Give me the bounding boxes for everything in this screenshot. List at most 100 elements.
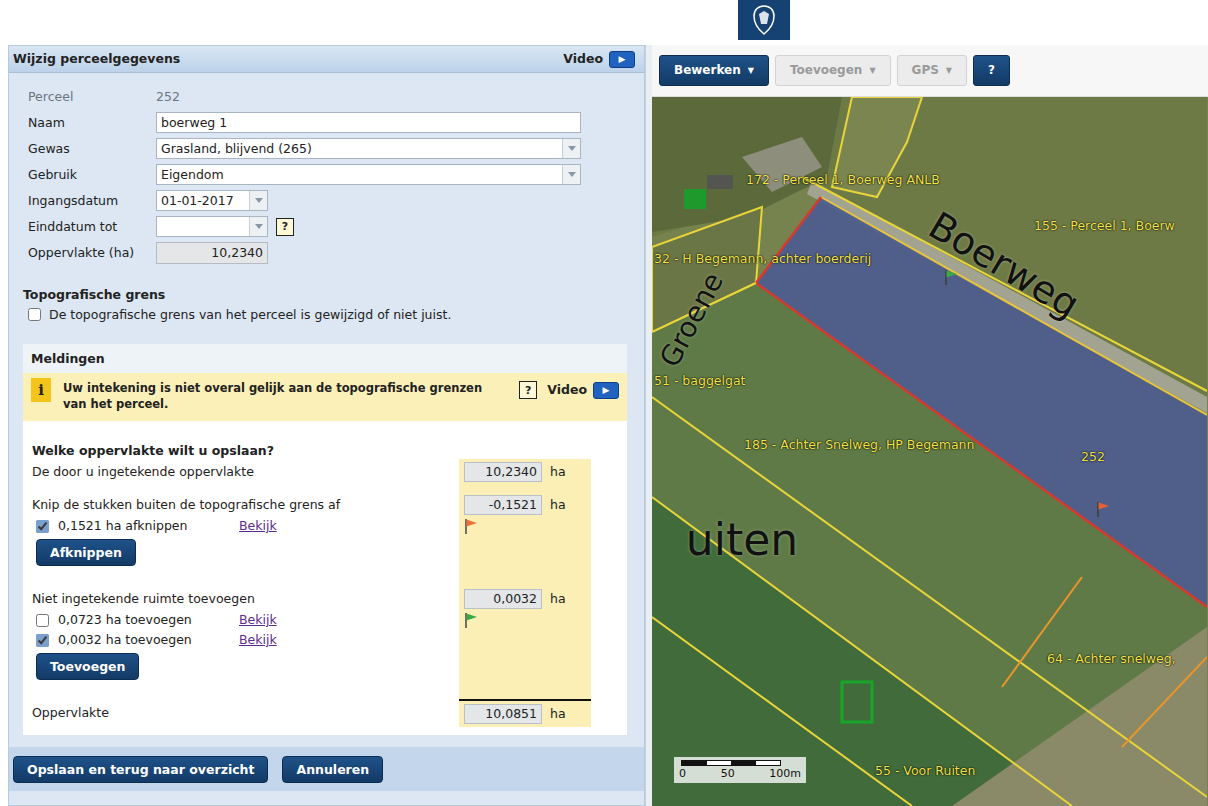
field-label: Perceel [28, 89, 156, 105]
notifications-box: MeldingeniUw intekening is niet overal g… [23, 344, 627, 736]
field-value: 252 [156, 89, 180, 105]
parcel-label[interactable]: 252 [1081, 449, 1105, 464]
dropdown-arrow-icon[interactable] [249, 191, 267, 210]
text-input[interactable] [156, 112, 581, 133]
top-bar [0, 0, 1208, 45]
area-row: Afknippen [32, 536, 627, 568]
play-button[interactable]: ▶ [609, 51, 635, 68]
toolbar-button: GPS▼ [897, 55, 967, 86]
area-row: Niet ingetekende ruimte toevoegen0,0032h… [32, 588, 627, 610]
area-row: Oppervlakte10,0851ha [32, 699, 627, 727]
view-link[interactable]: Bekijk [239, 518, 277, 534]
scale-tick: 0 [679, 767, 686, 781]
play-button[interactable]: ▶ [593, 382, 619, 399]
option-checkbox[interactable] [36, 614, 49, 627]
area-label-cell: Toevoegen [32, 650, 459, 682]
green-flag-icon [464, 612, 478, 629]
splitter[interactable] [645, 45, 652, 806]
parcel-label[interactable]: 155 - Perceel 1, Boerw [1034, 218, 1175, 233]
date-input[interactable] [157, 217, 249, 236]
notification-message: Uw intekening is niet overal gelijk aan … [63, 378, 507, 412]
area-label-cell: 0,0032 ha toevoegenBekijk [32, 630, 459, 650]
form-field: Einddatum tot? [28, 214, 627, 239]
area-value-cell: 10,2340ha [459, 459, 591, 484]
area-value-cell [459, 650, 591, 682]
info-icon: i [31, 378, 51, 402]
option-checkbox[interactable] [36, 634, 49, 647]
date-field[interactable] [156, 190, 268, 211]
area-row: 0,0723 ha toevoegenBekijk [32, 610, 627, 630]
area-value-cell [459, 630, 591, 650]
video-link[interactable]: Video▶ [547, 382, 619, 399]
cancel-button[interactable]: Annuleren [282, 756, 383, 783]
scale-segment [682, 761, 707, 765]
unit-label: ha [550, 497, 566, 513]
area-label-cell [32, 484, 459, 494]
parcel-label[interactable]: 32 - H Begemann, achter boerderij [654, 251, 871, 266]
area-row [32, 484, 627, 494]
parcel-label[interactable]: 55 - Voor Ruiten [875, 763, 975, 778]
view-link[interactable]: Bekijk [239, 632, 277, 648]
video-link[interactable]: Video ▶ [563, 51, 635, 68]
unit-label: ha [550, 706, 566, 722]
scale-bar: 050100m [674, 757, 806, 783]
area-value: 10,0851 [464, 704, 542, 724]
area-row [32, 568, 627, 588]
save-button[interactable]: Opslaan en terug naar overzicht [13, 756, 268, 783]
panel-header: Wijzig perceelgegevens Video ▶ [9, 46, 644, 73]
toolbar-button[interactable]: ? [973, 55, 1010, 86]
map-flag[interactable] [1096, 501, 1110, 522]
map-canvas[interactable]: 172 - Perceel 1, Boerweg ANLB 155 - Perce… [652, 97, 1208, 806]
area-section: Welke oppervlakte wilt u opslaan?De door… [23, 421, 627, 735]
area-value-cell [459, 536, 591, 568]
select-field[interactable]: Grasland, blijvend (265) [156, 138, 581, 159]
parcel-label[interactable]: 172 - Perceel 1, Boerweg ANLB [746, 172, 940, 187]
help-button[interactable]: ? [276, 218, 294, 236]
topo-checkbox[interactable] [28, 308, 41, 321]
map-toolbar: Bewerken▼Toevoegen▼GPS▼? [652, 45, 1208, 97]
toolbar-label: Toevoegen [790, 63, 862, 78]
video-label: Video [563, 51, 603, 67]
area-row: Knip de stukken buiten de topografische … [32, 494, 627, 516]
date-input[interactable] [157, 191, 249, 210]
form-field: GebruikEigendom [28, 162, 627, 187]
dropdown-arrow-icon[interactable] [562, 139, 580, 158]
form-field: GewasGrasland, blijvend (265) [28, 136, 627, 161]
field-label: Ingangsdatum [28, 193, 156, 209]
view-link[interactable]: Bekijk [239, 612, 277, 628]
panel-footer: Opslaan en terug naar overzicht Annuleren [9, 747, 644, 791]
area-question: Welke oppervlakte wilt u opslaan? [32, 421, 627, 459]
parcel-label[interactable]: 64 - Achter snelweg, [1047, 651, 1176, 666]
toolbar-label: GPS [912, 63, 939, 78]
add-button[interactable]: Toevoegen [36, 653, 139, 680]
map-flag[interactable] [944, 269, 958, 290]
parcel-label[interactable]: 185 - Achter Snelweg, HP Begemann [744, 437, 974, 452]
field-list: Perceel252Naam GewasGrasland, blijvend (2… [23, 84, 627, 265]
select-value: Grasland, blijvend (265) [157, 141, 312, 157]
parcel-label[interactable]: 51 - baggelgat [654, 373, 746, 388]
topo-checkbox-row[interactable]: De topografische grens van het perceel i… [23, 306, 627, 324]
dropdown-arrow-icon[interactable] [249, 217, 267, 236]
area-label-cell: Niet ingetekende ruimte toevoegen [32, 588, 459, 610]
panel-title: Wijzig perceelgegevens [13, 51, 180, 67]
area-value-cell [459, 516, 591, 536]
area-value-cell [459, 484, 591, 494]
section-title: Topografische grens [23, 287, 627, 303]
option-label: 0,0723 ha toevoegen [58, 612, 239, 628]
select-field[interactable]: Eigendom [156, 164, 581, 185]
select-value: Eigendom [157, 167, 224, 183]
area-value: 0,0032 [464, 589, 542, 609]
area-value-cell: 0,0032ha [459, 588, 591, 610]
date-field[interactable] [156, 216, 268, 237]
cut-button[interactable]: Afknippen [36, 539, 136, 566]
scale-segment [707, 761, 732, 765]
field-label: Oppervlakte (ha) [28, 245, 156, 261]
main-area: Wijzig perceelgegevensVideo▶Perceel252Na… [0, 45, 1208, 806]
dropdown-arrow-icon[interactable] [562, 165, 580, 184]
area-value-cell: 10,0851 ha [459, 699, 591, 727]
field-label: Gewas [28, 141, 156, 157]
field-label: Naam [28, 115, 156, 131]
toolbar-button[interactable]: Bewerken▼ [659, 55, 769, 86]
option-checkbox[interactable] [36, 520, 49, 533]
help-button[interactable]: ? [519, 381, 537, 399]
